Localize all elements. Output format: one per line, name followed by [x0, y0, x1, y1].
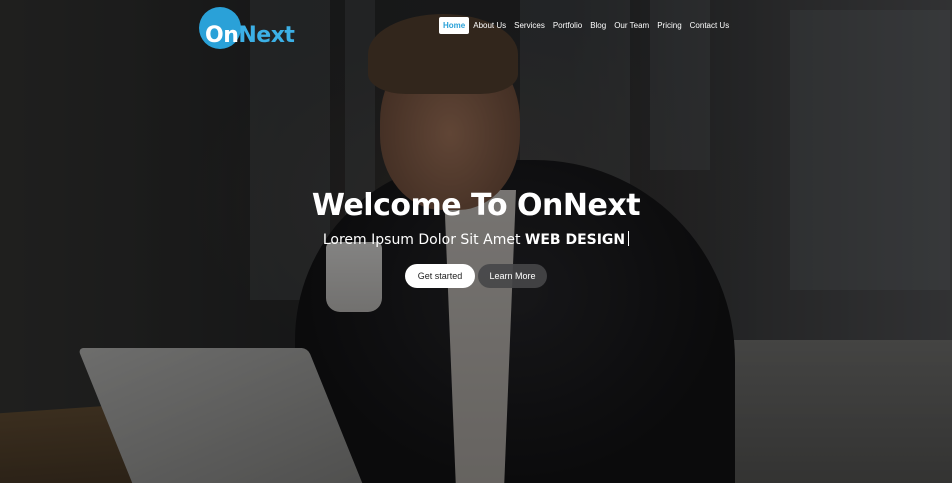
hero-title: Welcome To OnNext [311, 188, 641, 223]
nav-home[interactable]: Home [439, 17, 470, 34]
hero-subtitle-highlight: WEB DESIGN [524, 232, 626, 248]
nav-pricing[interactable]: Pricing [653, 17, 685, 34]
typing-cursor [628, 231, 630, 246]
logo-part-next: Next [238, 23, 295, 48]
hero-buttons: Get started Learn More [405, 264, 547, 288]
nav-about-us[interactable]: About Us [469, 17, 510, 34]
nav-services[interactable]: Services [510, 17, 549, 34]
nav-contact-us[interactable]: Contact Us [686, 17, 734, 34]
nav-our-team[interactable]: Our Team [610, 17, 653, 34]
nav-blog[interactable]: Blog [586, 17, 610, 34]
logo-part-on: On [205, 23, 239, 48]
main-nav: Home About Us Services Portfolio Blog Ou… [439, 17, 733, 34]
learn-more-button[interactable]: Learn More [478, 264, 547, 288]
site-logo[interactable]: OnNext [199, 7, 309, 51]
nav-portfolio[interactable]: Portfolio [549, 17, 586, 34]
logo-text: OnNext [205, 23, 295, 48]
get-started-button[interactable]: Get started [405, 264, 475, 288]
hero-subtitle-text: Lorem Ipsum Dolor Sit Amet [322, 232, 525, 248]
hero-subtitle: Lorem Ipsum Dolor Sit Amet WEB DESIGN [0, 231, 952, 248]
